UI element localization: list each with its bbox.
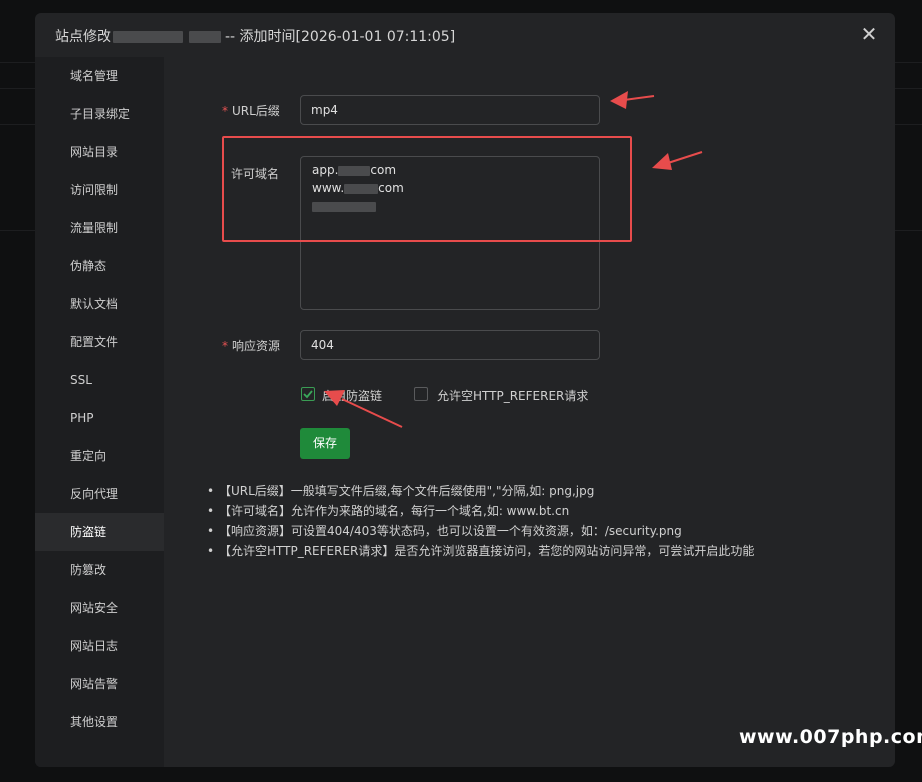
- arrow-icon: [324, 390, 403, 428]
- annotation-arrows: [324, 91, 703, 428]
- arrow-icon: [652, 151, 703, 170]
- arrow-icon: [610, 91, 655, 109]
- watermark: www.007php.com: [739, 726, 922, 748]
